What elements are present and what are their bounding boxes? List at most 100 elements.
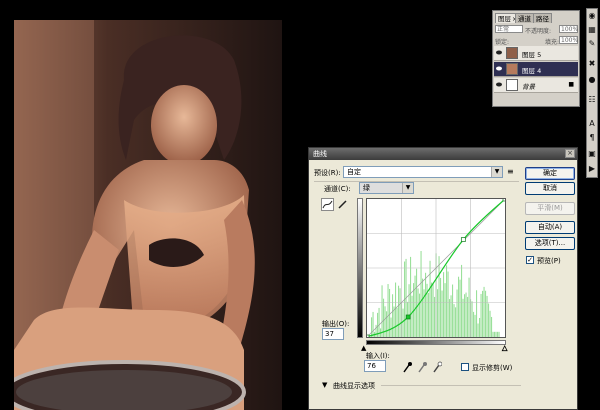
histogram-bar — [488, 303, 490, 337]
canvas-artwork[interactable] — [14, 20, 282, 410]
histogram-bar — [399, 288, 401, 337]
lock-label: 锁定: — [495, 39, 510, 46]
layer-thumbnail — [506, 79, 518, 91]
layer-row-4[interactable]: 图层 4 — [494, 62, 578, 77]
preset-select[interactable]: 自定 ▼ — [343, 166, 503, 178]
histogram-bar — [414, 275, 416, 337]
histogram-bar — [449, 299, 451, 337]
histogram-bar — [459, 279, 461, 337]
histogram-bar — [497, 331, 499, 337]
curve-display-options-label[interactable]: 曲线显示选项 — [333, 381, 375, 391]
histogram-bar — [407, 301, 409, 337]
curve-point-tool-icon[interactable] — [321, 198, 334, 211]
histogram-bar — [441, 290, 443, 337]
layers-panel: 图层× 通道 路径 正常 不透明度: 100% 锁定: 填充: 100% 图层 … — [492, 10, 580, 107]
tab-channels[interactable]: 通道 — [515, 13, 534, 23]
histogram-bar — [452, 284, 454, 337]
input-field[interactable]: 76 — [364, 360, 386, 372]
histogram-bar — [384, 306, 386, 337]
eye-icon[interactable] — [496, 82, 502, 87]
chevron-down-icon: ▼ — [402, 183, 413, 193]
histogram-bar — [378, 307, 380, 337]
preset-options-icon[interactable]: ≡ — [507, 167, 514, 176]
histogram — [371, 251, 500, 337]
channel-label: 通道(C): — [324, 185, 351, 193]
smooth-button[interactable]: 平滑(M) — [525, 202, 575, 215]
tools-icon[interactable]: ✖ — [587, 59, 597, 69]
histogram-bar — [395, 282, 397, 337]
layer-row-5[interactable]: 图层 5 — [494, 46, 578, 61]
show-clipping-checkbox[interactable] — [461, 363, 469, 371]
histogram-bar — [443, 272, 445, 337]
navigator-icon[interactable]: ◉ — [587, 11, 597, 21]
white-eyedropper-icon[interactable] — [432, 361, 442, 373]
preview-checkbox[interactable]: ✓ — [526, 256, 534, 264]
channel-select[interactable]: 绿 ▼ — [359, 182, 414, 194]
curve-control-point[interactable] — [405, 314, 411, 320]
histogram-bar — [431, 282, 433, 337]
fill-label: 填充: — [545, 39, 560, 46]
histogram-bar — [456, 289, 458, 337]
histogram-bar — [429, 260, 431, 337]
histogram-bar — [387, 284, 389, 337]
curve-plot[interactable] — [364, 196, 508, 340]
histogram-bar — [440, 277, 442, 337]
cancel-button[interactable]: 取消 — [525, 182, 575, 195]
actions-icon[interactable]: ▶ — [587, 164, 597, 174]
layer-name: 背景 — [522, 83, 535, 91]
histogram-bar — [486, 295, 488, 337]
white-point-slider-icon[interactable]: △ — [502, 344, 508, 353]
lock-icon: ■ — [568, 81, 574, 88]
histogram-bar — [474, 314, 476, 337]
histogram-bar — [453, 304, 455, 337]
output-field[interactable]: 37 — [322, 328, 344, 340]
paragraph-icon[interactable]: ¶ — [587, 133, 597, 143]
histogram-bar — [398, 285, 400, 337]
character-icon[interactable]: A — [587, 119, 597, 129]
opacity-field[interactable]: 100% — [559, 25, 578, 33]
histogram-bar — [455, 307, 457, 337]
eye-icon[interactable] — [496, 50, 502, 55]
histogram-bar — [371, 317, 373, 337]
histogram-bar — [417, 288, 419, 337]
histogram-bar — [447, 271, 449, 337]
curve-control-point[interactable] — [364, 334, 370, 340]
curve-control-point[interactable] — [502, 196, 508, 202]
pencil-tool-icon[interactable] — [336, 198, 349, 211]
auto-button[interactable]: 自动(A) — [525, 221, 575, 234]
history-icon[interactable]: ☷ — [587, 95, 597, 105]
histogram-bar — [495, 331, 497, 337]
histogram-icon[interactable]: ▦ — [587, 25, 597, 35]
black-eyedropper-icon[interactable] — [402, 361, 412, 373]
histogram-bar — [464, 294, 466, 337]
options-button[interactable]: 选项(T)... — [525, 237, 575, 250]
histogram-bar — [491, 316, 493, 337]
histogram-bar — [480, 293, 482, 337]
fill-field[interactable]: 100% — [559, 36, 578, 44]
brush-icon[interactable]: ✎ — [587, 39, 597, 49]
histogram-bar — [473, 311, 475, 337]
curve-control-point[interactable] — [460, 237, 466, 242]
output-gradient-bar — [357, 198, 363, 338]
expand-chevron-icon[interactable]: ▼ — [322, 381, 327, 389]
eye-icon[interactable] — [496, 66, 502, 71]
histogram-bar — [450, 295, 452, 337]
histogram-bar — [471, 301, 473, 337]
histogram-bar — [477, 323, 479, 337]
histogram-bar — [458, 276, 460, 337]
dialog-title: 曲线 — [309, 148, 577, 160]
blend-mode-select[interactable]: 正常 — [495, 25, 523, 33]
close-icon[interactable]: × — [565, 149, 575, 158]
layer-row-background[interactable]: 背景 ■ — [494, 78, 578, 93]
histogram-bar — [437, 289, 439, 337]
curve-graph[interactable] — [364, 196, 508, 340]
swatches-icon[interactable]: ▣ — [587, 149, 597, 159]
histogram-bar — [386, 311, 388, 337]
tab-paths[interactable]: 路径 — [533, 13, 552, 23]
ok-button[interactable]: 确定 — [525, 167, 575, 180]
histogram-bar — [444, 283, 446, 337]
clone-icon[interactable]: ● — [587, 75, 597, 85]
gray-eyedropper-icon[interactable] — [417, 361, 427, 373]
histogram-bar — [498, 331, 500, 337]
histogram-bar — [381, 285, 383, 337]
